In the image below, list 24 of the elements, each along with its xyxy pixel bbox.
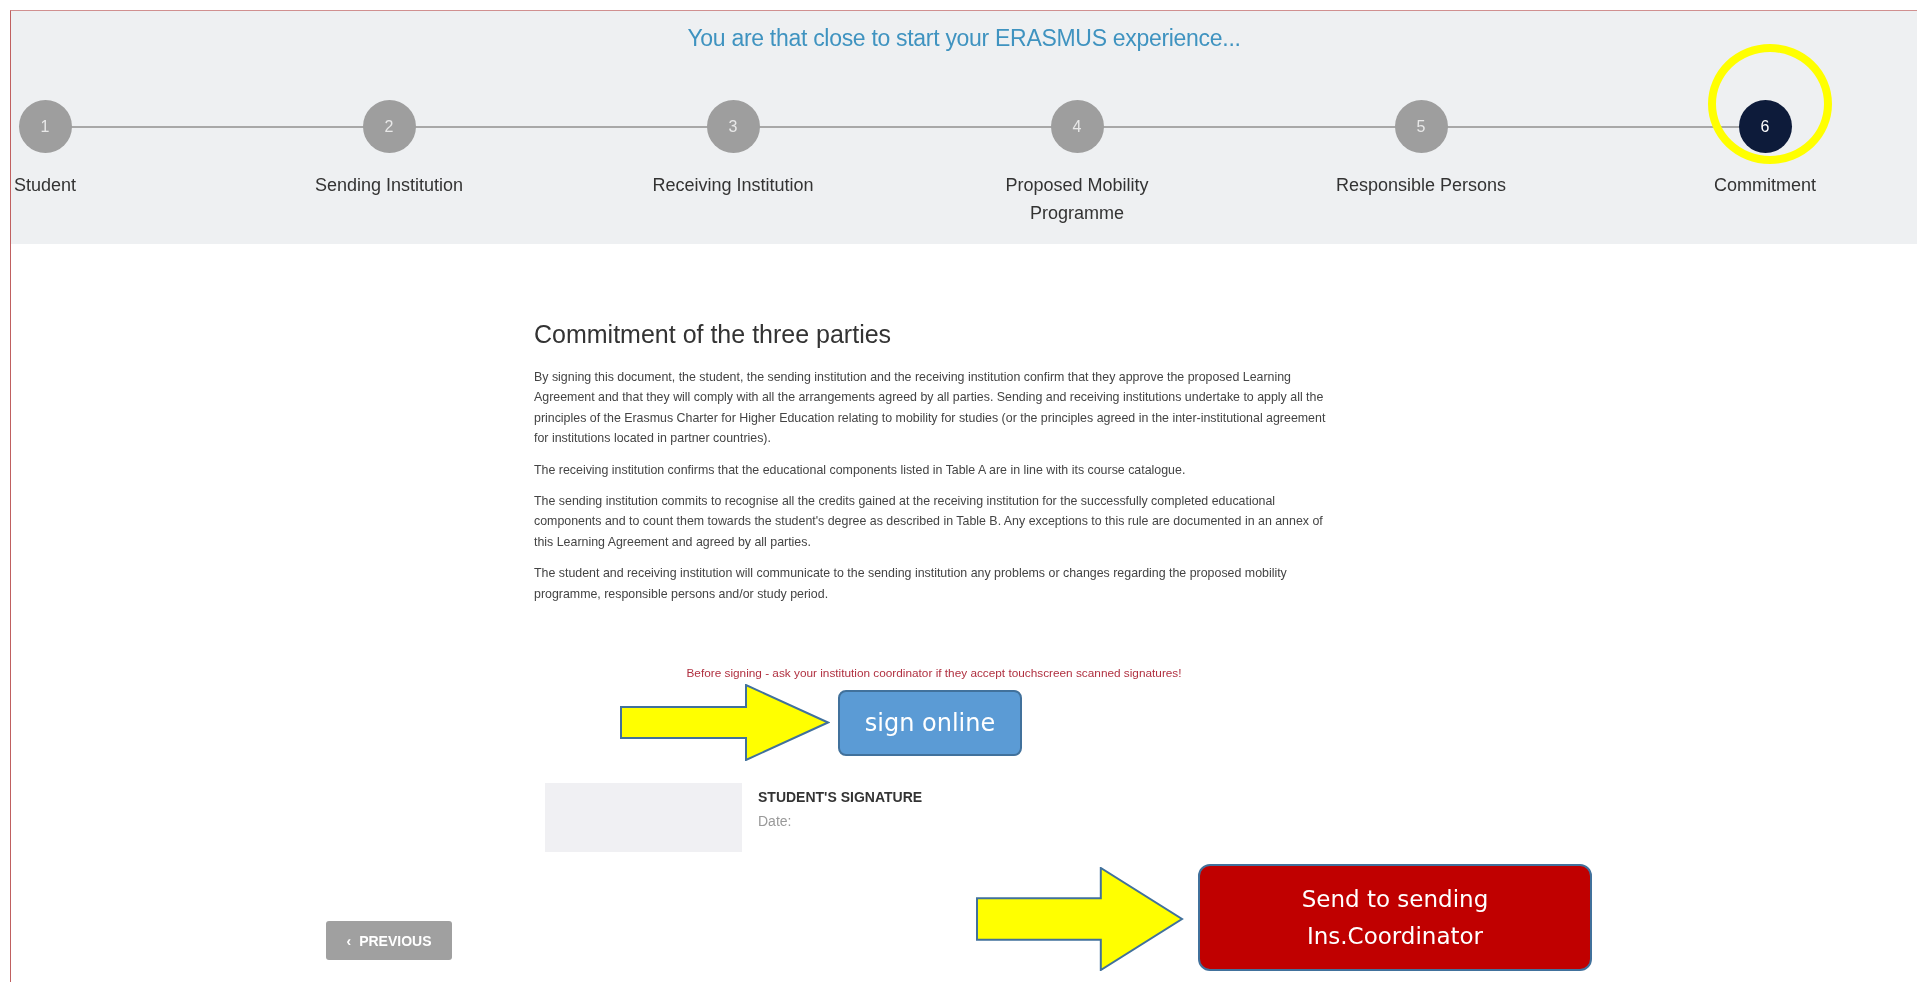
sign-online-button[interactable]: sign online (838, 689, 1022, 756)
step-label: Commitment (1714, 174, 1816, 197)
signature-title: STUDENT'S SIGNATURE (758, 789, 923, 806)
step-number[interactable]: 6 (1738, 100, 1792, 153)
paragraph: The receiving institution confirms that the educational components listed in Table A are in line with its course catalogue. (534, 461, 1187, 479)
send-button[interactable]: Send to sending Ins.Coordinator (1198, 864, 1592, 972)
date-label: Date: (758, 813, 793, 830)
step-number[interactable]: 2 (362, 100, 416, 153)
step-number[interactable]: 5 (1394, 100, 1448, 153)
paragraph: By signing this document, the student, the sending institution and the receiving institution confirm that they approve the proposed Learning Agreement and that they will comply with all the arrangements agreed by all parties. Sending and receiving institutions undertake to apply all the principles of the Erasmus Charter for Higher Education relating to mobility for studies (or the principles agreed in the inter-institutional agreement for institutions located in partner countries). (534, 369, 1327, 448)
step-label: Sending Institution (314, 174, 464, 197)
step-number[interactable]: 1 (18, 100, 72, 153)
warning-notice: Before signing - ask your institution coordinator if they accept touchscreen scanned signatures! (685, 666, 1183, 681)
paragraph: The student and receiving institution will communicate to the sending institution any problems or changes regarding the proposed mobility programme, responsible persons and/or study period. (534, 565, 1288, 603)
page-title: You are that close to start your ERASMUS experience... (686, 24, 1242, 52)
previous-button[interactable]: ‹ PREVIOUS (326, 921, 452, 961)
step-number[interactable]: 4 (1050, 100, 1104, 153)
step-label: Student (13, 174, 77, 197)
paragraph: The sending institution commits to recognise all the credits gained at the receiving institution for the successfully completed educational components and to count them towards the student's degree as described in Table B. Any exceptions to this rule are documented in an annex of this Learning Agreement and agreed by all parties. (534, 493, 1324, 551)
step-label: Receiving Institution (652, 174, 814, 197)
section-heading: Commitment of the three parties (534, 320, 893, 349)
step-number[interactable]: 3 (706, 100, 760, 153)
step-label: Responsible Persons (1335, 174, 1507, 197)
step-label: Proposed Mobility Programme (1004, 174, 1150, 225)
